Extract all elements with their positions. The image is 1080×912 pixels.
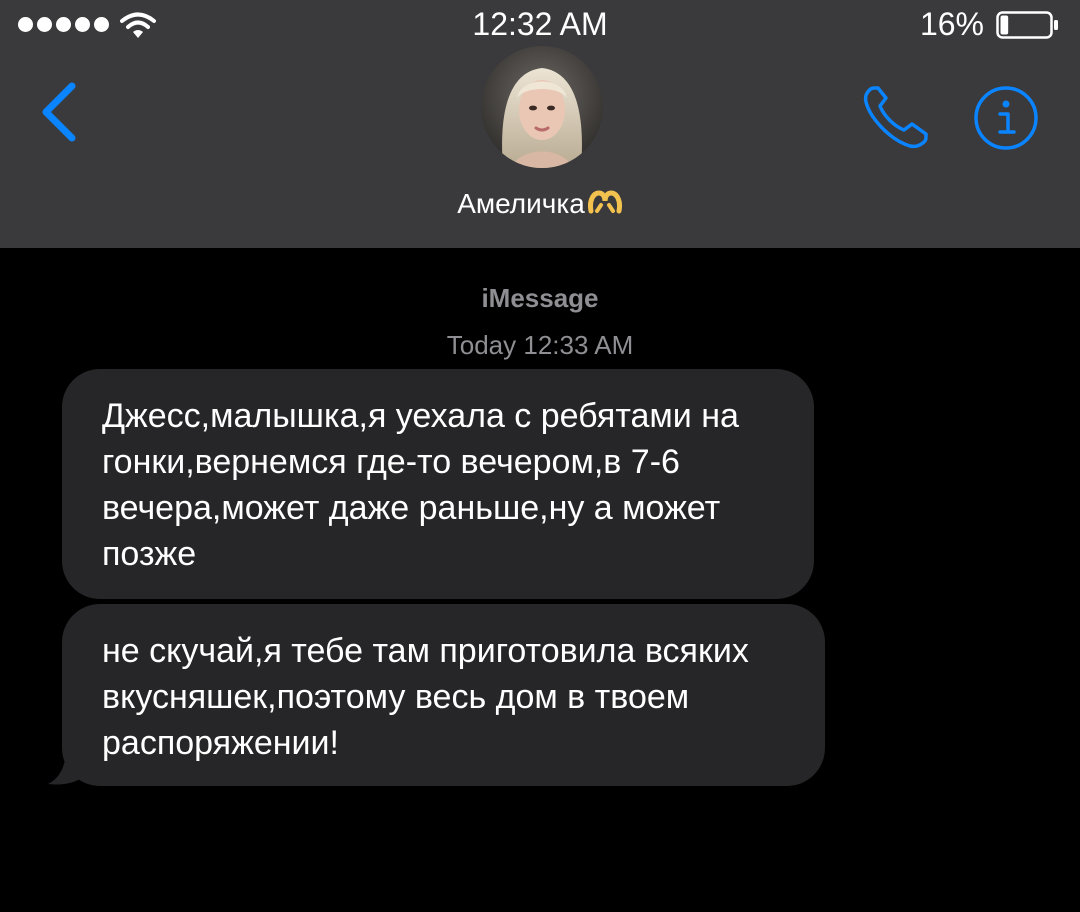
message-text: Джесс,малышка,я уехала с ребятами на гон… [102,397,739,573]
battery-icon [996,11,1058,39]
message-text: не скучай,я тебе там приготовила всяких … [102,632,749,762]
avatar-photo [481,46,603,168]
service-label: iMessage [481,283,599,313]
status-bar: 12:32 AM 16% [0,0,1080,50]
heart-hands-emoji [587,190,622,214]
back-button[interactable] [36,80,86,144]
status-time: 12:32 AM [472,6,608,42]
contact-name[interactable]: Амеличка [0,188,1080,220]
info-icon [998,100,1016,134]
phone-icon [863,86,928,149]
bubble-tail [48,740,84,785]
battery-percentage: 16% [919,6,984,42]
contact-avatar[interactable] [481,46,603,168]
chevron-left-icon [42,82,76,142]
call-button[interactable] [860,84,932,150]
incoming-message-bubble[interactable]: Джесс,малышка,я уехала с ребятами на гон… [62,369,814,599]
conversation-header: 12:32 AM 16% Амеличка [0,0,1080,248]
message-timestamp: Today 12:33 AM [446,330,634,360]
messages-screen: 12:32 AM 16% Амеличка iMessage Today 12:… [0,0,1080,912]
contact-name-text: Амеличка [457,188,585,219]
incoming-message-bubble[interactable]: не скучай,я тебе там приготовила всяких … [62,604,825,786]
info-button[interactable] [972,84,1040,152]
